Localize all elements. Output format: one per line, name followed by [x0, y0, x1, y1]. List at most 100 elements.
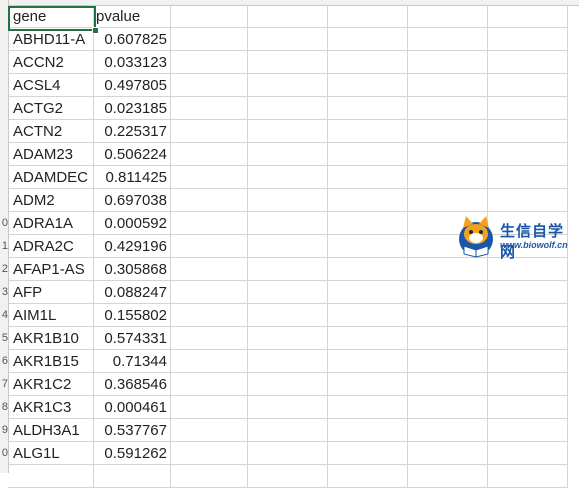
empty-cell[interactable]: [248, 189, 328, 212]
empty-cell[interactable]: [168, 5, 248, 28]
row-number[interactable]: 5: [0, 332, 8, 344]
cell-gene[interactable]: ADAMDEC: [8, 166, 94, 189]
cell-gene[interactable]: AKR1C2: [8, 373, 94, 396]
row-number[interactable]: 8: [0, 401, 8, 413]
empty-cell[interactable]: [168, 28, 248, 51]
empty-cell[interactable]: [248, 28, 328, 51]
row-number[interactable]: 3: [0, 286, 8, 298]
empty-cell[interactable]: [168, 120, 248, 143]
empty-cell[interactable]: [248, 373, 328, 396]
empty-cell[interactable]: [248, 212, 328, 235]
cell-pvalue[interactable]: 0.429196: [94, 235, 171, 258]
header-cell-gene[interactable]: gene: [8, 5, 94, 28]
cell-pvalue[interactable]: 0.088247: [94, 281, 171, 304]
cell-pvalue[interactable]: 0.607825: [94, 28, 171, 51]
cell-gene[interactable]: AKR1C3: [8, 396, 94, 419]
empty-cell[interactable]: [328, 74, 408, 97]
cell-pvalue[interactable]: 0.305868: [94, 258, 171, 281]
empty-cell[interactable]: [328, 258, 408, 281]
header-cell-pvalue[interactable]: pvalue: [94, 5, 171, 28]
empty-cell[interactable]: [488, 166, 568, 189]
empty-cell[interactable]: [408, 350, 488, 373]
empty-cell[interactable]: [408, 258, 488, 281]
empty-cell[interactable]: [168, 304, 248, 327]
empty-cell[interactable]: [248, 166, 328, 189]
cell-gene[interactable]: ACCN2: [8, 51, 94, 74]
cell-pvalue[interactable]: [94, 465, 171, 488]
cell-gene[interactable]: ACTN2: [8, 120, 94, 143]
row-number[interactable]: 4: [0, 309, 8, 321]
empty-cell[interactable]: [488, 350, 568, 373]
empty-cell[interactable]: [328, 212, 408, 235]
empty-cell[interactable]: [488, 442, 568, 465]
empty-cell[interactable]: [408, 304, 488, 327]
cell-gene[interactable]: ABHD11-A: [8, 28, 94, 51]
empty-cell[interactable]: [488, 120, 568, 143]
empty-cell[interactable]: [408, 189, 488, 212]
cell-gene[interactable]: ADAM23: [8, 143, 94, 166]
cell-pvalue[interactable]: 0.71344: [94, 350, 171, 373]
row-number[interactable]: 9: [0, 424, 8, 436]
empty-cell[interactable]: [488, 189, 568, 212]
empty-cell[interactable]: [248, 396, 328, 419]
empty-cell[interactable]: [408, 97, 488, 120]
empty-cell[interactable]: [328, 373, 408, 396]
row-number[interactable]: 2: [0, 263, 8, 275]
empty-cell[interactable]: [168, 281, 248, 304]
cell-gene[interactable]: ADRA1A: [8, 212, 94, 235]
empty-cell[interactable]: [408, 419, 488, 442]
empty-cell[interactable]: [248, 465, 328, 488]
empty-cell[interactable]: [248, 51, 328, 74]
empty-cell[interactable]: [408, 120, 488, 143]
cell-gene[interactable]: AIM1L: [8, 304, 94, 327]
empty-cell[interactable]: [248, 442, 328, 465]
empty-cell[interactable]: [168, 212, 248, 235]
empty-cell[interactable]: [488, 74, 568, 97]
cell-gene[interactable]: AFP: [8, 281, 94, 304]
empty-cell[interactable]: [328, 143, 408, 166]
empty-cell[interactable]: [168, 189, 248, 212]
empty-cell[interactable]: [168, 396, 248, 419]
empty-cell[interactable]: [408, 51, 488, 74]
row-number[interactable]: 1: [0, 240, 8, 252]
cell-pvalue[interactable]: 0.697038: [94, 189, 171, 212]
empty-cell[interactable]: [168, 350, 248, 373]
row-number[interactable]: 0: [0, 447, 8, 459]
empty-cell[interactable]: [488, 281, 568, 304]
empty-cell[interactable]: [408, 442, 488, 465]
cell-pvalue[interactable]: 0.506224: [94, 143, 171, 166]
cell-pvalue[interactable]: 0.368546: [94, 373, 171, 396]
cell-pvalue[interactable]: 0.033123: [94, 51, 171, 74]
empty-cell[interactable]: [248, 143, 328, 166]
empty-cell[interactable]: [488, 143, 568, 166]
cell-pvalue[interactable]: 0.591262: [94, 442, 171, 465]
empty-cell[interactable]: [168, 235, 248, 258]
empty-cell[interactable]: [168, 51, 248, 74]
empty-cell[interactable]: [488, 5, 568, 28]
cell-gene[interactable]: ALG1L: [8, 442, 94, 465]
empty-cell[interactable]: [168, 74, 248, 97]
row-number[interactable]: 0: [0, 217, 8, 229]
row-number[interactable]: 6: [0, 355, 8, 367]
empty-cell[interactable]: [248, 120, 328, 143]
empty-cell[interactable]: [408, 74, 488, 97]
empty-cell[interactable]: [248, 304, 328, 327]
empty-cell[interactable]: [168, 258, 248, 281]
empty-cell[interactable]: [328, 396, 408, 419]
empty-cell[interactable]: [328, 166, 408, 189]
cell-pvalue[interactable]: 0.000592: [94, 212, 171, 235]
empty-cell[interactable]: [168, 465, 248, 488]
empty-cell[interactable]: [408, 327, 488, 350]
cell-pvalue[interactable]: 0.497805: [94, 74, 171, 97]
empty-cell[interactable]: [328, 51, 408, 74]
cell-pvalue[interactable]: 0.574331: [94, 327, 171, 350]
empty-cell[interactable]: [488, 304, 568, 327]
empty-cell[interactable]: [328, 419, 408, 442]
empty-cell[interactable]: [408, 143, 488, 166]
empty-cell[interactable]: [248, 327, 328, 350]
empty-cell[interactable]: [488, 28, 568, 51]
cell-gene[interactable]: [8, 465, 94, 488]
empty-cell[interactable]: [488, 419, 568, 442]
cell-gene[interactable]: ACTG2: [8, 97, 94, 120]
empty-cell[interactable]: [248, 235, 328, 258]
